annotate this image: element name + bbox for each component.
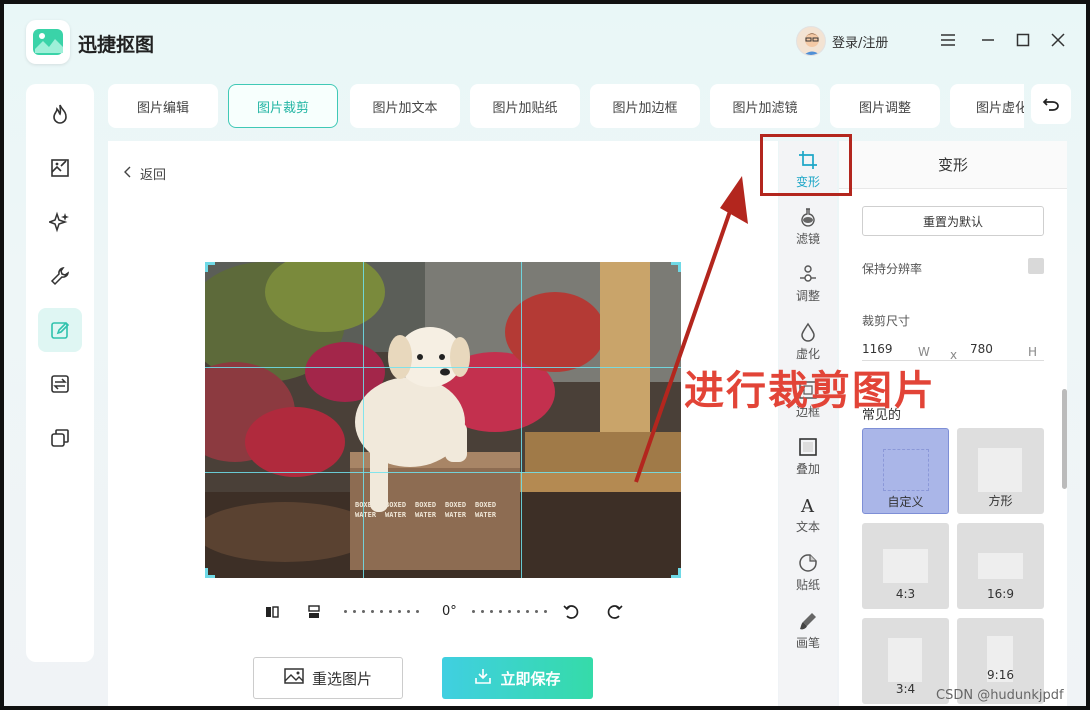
flask-icon: [798, 207, 818, 227]
tool-filter[interactable]: 滤镜: [779, 207, 837, 247]
app-window: 迅捷抠图 登录/注册 图片编辑 图片裁剪 图片加文本 图片加贴纸 图片加边框 图…: [0, 0, 1090, 710]
brush-icon: [798, 611, 818, 631]
annotation-arrow: [634, 176, 748, 483]
text-icon: A: [798, 495, 818, 515]
svg-text:A: A: [800, 496, 815, 515]
keep-resolution-checkbox[interactable]: [1028, 258, 1044, 274]
tab-add-filter[interactable]: 图片加滤镜: [710, 84, 820, 128]
tool-brush[interactable]: 画笔: [779, 611, 837, 651]
preset-4-3[interactable]: 4:3: [862, 523, 949, 609]
adjust-icon: [798, 264, 818, 284]
tool-tabs: 图片编辑 图片裁剪 图片加文本 图片加贴纸 图片加边框 图片加滤镜 图片调整 图…: [104, 80, 1024, 132]
flame-icon[interactable]: [38, 92, 82, 136]
save-now-button[interactable]: 立即保存: [442, 657, 593, 699]
image-icon: [284, 667, 304, 689]
copy-icon[interactable]: [38, 416, 82, 460]
preset-label: 自定义: [887, 495, 924, 509]
maximize-icon[interactable]: [1013, 30, 1033, 50]
user-avatar[interactable]: [796, 26, 826, 56]
save-label: 立即保存: [500, 669, 561, 688]
height-unit: H: [1028, 345, 1038, 359]
minimize-icon[interactable]: [978, 30, 998, 50]
tool-blur[interactable]: 虚化: [779, 322, 837, 362]
flip-horizontal-icon[interactable]: [262, 602, 282, 622]
back-link[interactable]: 返回: [124, 164, 166, 183]
undo-button[interactable]: [1031, 84, 1071, 124]
menu-icon[interactable]: [938, 30, 958, 50]
image-edit-icon[interactable]: [38, 146, 82, 190]
svg-text:BOXED: BOXED: [385, 501, 406, 509]
crop-height-input[interactable]: 780: [970, 342, 993, 356]
tab-image-edit[interactable]: 图片编辑: [108, 84, 218, 128]
crop-image[interactable]: BOXED BOXED BOXED BOXED BOXED WATER WATER WATE…: [205, 262, 681, 578]
tab-add-text[interactable]: 图片加文本: [350, 84, 460, 128]
svg-text:WATER: WATER: [355, 511, 377, 519]
preset-16-9[interactable]: 16:9: [957, 523, 1044, 609]
app-logo: [26, 20, 70, 64]
tab-blur[interactable]: 图片虚化: [950, 84, 1024, 128]
tool-sticker[interactable]: 贴纸: [779, 553, 837, 593]
preset-custom[interactable]: 自定义: [862, 428, 949, 514]
keep-resolution-label: 保持分辨率: [862, 262, 923, 276]
svg-text:WATER: WATER: [415, 511, 437, 519]
preset-label: 9:16: [987, 668, 1014, 682]
watermark: CSDN @hudunkjpdf: [936, 688, 1064, 703]
svg-text:BOXED: BOXED: [415, 501, 436, 509]
close-icon[interactable]: [1048, 30, 1068, 50]
tool-label: 画笔: [795, 636, 820, 650]
crop-size-label: 裁剪尺寸: [862, 314, 911, 328]
svg-text:WATER: WATER: [475, 511, 497, 519]
rotation-value: 0°: [442, 604, 457, 619]
download-icon: [474, 667, 492, 689]
panel-scrollbar[interactable]: [1062, 389, 1067, 489]
sparkle-icon[interactable]: [38, 200, 82, 244]
svg-text:WATER: WATER: [385, 511, 407, 519]
reselect-label: 重选图片: [311, 669, 372, 688]
rotation-slider-right[interactable]: [472, 610, 547, 614]
rotate-right-icon[interactable]: [604, 602, 624, 622]
svg-text:BOXED: BOXED: [445, 501, 466, 509]
tab-add-border[interactable]: 图片加边框: [590, 84, 700, 128]
convert-icon[interactable]: [38, 362, 82, 406]
rotation-slider-left[interactable]: [344, 610, 419, 614]
app-title: 迅捷抠图: [78, 34, 155, 56]
tab-image-crop[interactable]: 图片裁剪: [228, 84, 338, 128]
tool-label: 叠加: [795, 462, 820, 476]
back-label: 返回: [140, 168, 167, 183]
panel-title: 变形: [839, 141, 1067, 189]
reselect-image-button[interactable]: 重选图片: [253, 657, 403, 699]
preset-label: 16:9: [987, 587, 1014, 601]
rotate-left-icon[interactable]: [562, 602, 582, 622]
annotation-text: 进行裁剪图片: [684, 368, 936, 414]
tool-label: 调整: [795, 289, 820, 303]
reset-default-button[interactable]: 重置为默认: [862, 206, 1044, 236]
tab-add-sticker[interactable]: 图片加贴纸: [470, 84, 580, 128]
left-sidebar: [26, 84, 94, 662]
overlay-icon: [798, 437, 818, 457]
preset-label: 方形: [988, 494, 1013, 508]
wrench-icon[interactable]: [38, 254, 82, 298]
tool-text[interactable]: A 文本: [779, 495, 837, 535]
tool-label: 贴纸: [795, 578, 820, 592]
tool-label: 文本: [795, 520, 820, 534]
tab-adjust[interactable]: 图片调整: [830, 84, 940, 128]
svg-text:BOXED: BOXED: [475, 501, 496, 509]
preset-square[interactable]: 方形: [957, 428, 1044, 514]
svg-text:WATER: WATER: [445, 511, 467, 519]
preset-label: 4:3: [895, 587, 916, 601]
tool-adjust[interactable]: 调整: [779, 264, 837, 304]
drop-icon: [798, 322, 818, 342]
width-unit: W: [918, 345, 930, 359]
tool-label: 滤镜: [795, 232, 820, 246]
chevron-left-icon: [124, 166, 132, 182]
flip-vertical-icon[interactable]: [304, 602, 324, 622]
login-register-link[interactable]: 登录/注册: [832, 32, 888, 51]
edit-icon[interactable]: [38, 308, 82, 352]
sticker-icon: [798, 553, 818, 573]
tool-overlay[interactable]: 叠加: [779, 437, 837, 477]
crop-width-input[interactable]: 1169: [862, 342, 893, 356]
